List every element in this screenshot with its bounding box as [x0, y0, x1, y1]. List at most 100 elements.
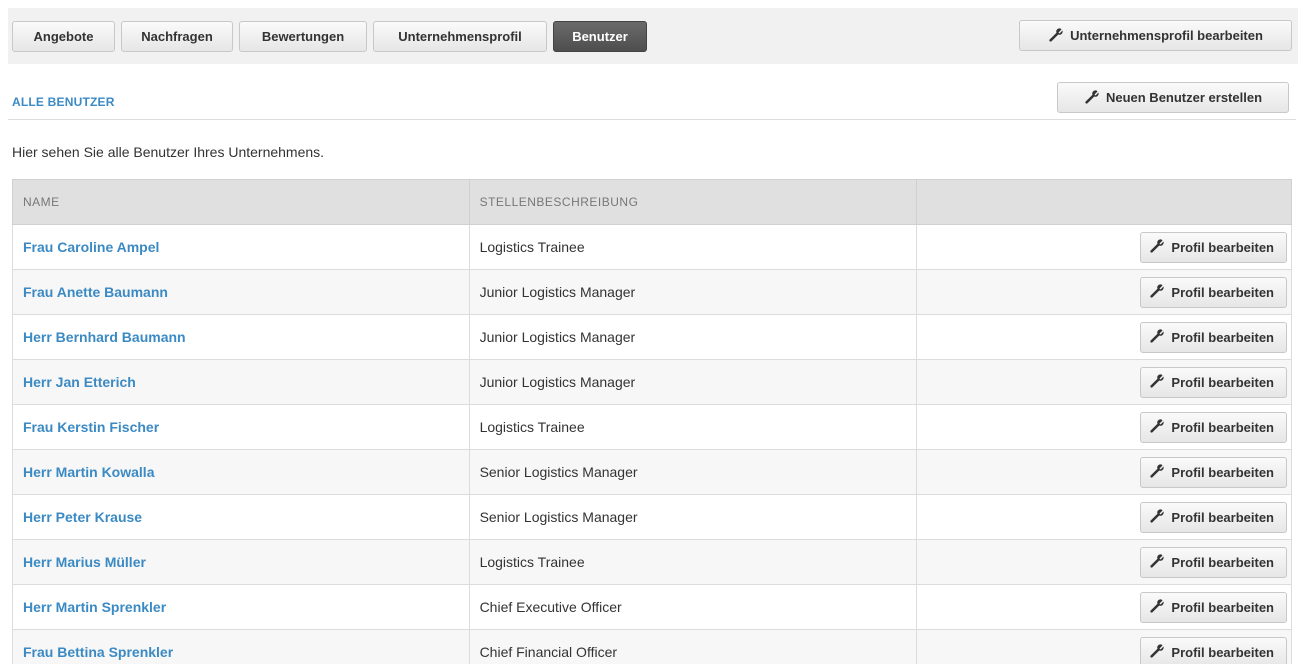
- action-cell: Profil bearbeiten: [916, 629, 1292, 664]
- tab-benutzer[interactable]: Benutzer: [553, 21, 647, 52]
- table-row: Frau Caroline Ampel Logistics Trainee Prof…: [12, 224, 1292, 270]
- edit-profile-label: Profil bearbeiten: [1171, 374, 1274, 390]
- job-title-cell: Logistics Trainee: [468, 224, 918, 270]
- job-title-cell: Junior Logistics Manager: [468, 359, 918, 405]
- user-name-cell: Frau Kerstin Fischer: [12, 404, 470, 450]
- edit-profile-button[interactable]: Profil bearbeiten: [1140, 636, 1287, 664]
- wrench-icon: [1149, 509, 1165, 525]
- user-name-cell: Herr Peter Krause: [12, 494, 470, 540]
- user-name-cell: Herr Martin Kowalla: [12, 449, 470, 495]
- wrench-icon: [1149, 329, 1165, 345]
- edit-profile-button[interactable]: Profil bearbeiten: [1140, 411, 1287, 443]
- edit-profile-button[interactable]: Profil bearbeiten: [1140, 366, 1287, 398]
- wrench-icon: [1149, 644, 1165, 660]
- job-title-cell: Chief Financial Officer: [468, 629, 918, 664]
- edit-company-profile-label: Unternehmensprofil bearbeiten: [1070, 28, 1263, 43]
- action-cell: Profil bearbeiten: [916, 314, 1292, 360]
- action-cell: Profil bearbeiten: [916, 494, 1292, 540]
- job-title-cell: Junior Logistics Manager: [468, 314, 918, 360]
- wrench-icon: [1149, 419, 1165, 435]
- edit-profile-label: Profil bearbeiten: [1171, 509, 1274, 525]
- table-row: Frau Kerstin Fischer Logistics Trainee Pro…: [12, 404, 1292, 450]
- edit-profile-label: Profil bearbeiten: [1171, 554, 1274, 570]
- action-cell: Profil bearbeiten: [916, 449, 1292, 495]
- wrench-icon: [1149, 554, 1165, 570]
- tab-angebote[interactable]: Angebote: [12, 21, 115, 52]
- edit-profile-button[interactable]: Profil bearbeiten: [1140, 501, 1287, 533]
- section-divider: [8, 119, 1296, 120]
- edit-profile-button[interactable]: Profil bearbeiten: [1140, 276, 1287, 308]
- intro-text: Hier sehen Sie alle Benutzer Ihres Unter…: [12, 144, 325, 160]
- table-row: Frau Anette Baumann Junior Logistics Mana…: [12, 269, 1292, 315]
- user-name-link[interactable]: Herr Jan Etterich: [23, 374, 136, 390]
- user-name-link[interactable]: Herr Martin Sprenkler: [23, 599, 166, 615]
- table-row: Herr Martin Kowalla Senior Logistics Mana…: [12, 449, 1292, 495]
- table-row: Herr Peter Krause Senior Logistics Manage…: [12, 494, 1292, 540]
- user-name-link[interactable]: Frau Anette Baumann: [23, 284, 168, 300]
- user-name-link[interactable]: Herr Marius Müller: [23, 554, 146, 570]
- column-header-job: STELLENBESCHREIBUNG: [468, 179, 918, 225]
- user-name-cell: Herr Bernhard Baumann: [12, 314, 470, 360]
- user-name-cell: Herr Jan Etterich: [12, 359, 470, 405]
- job-title-cell: Junior Logistics Manager: [468, 269, 918, 315]
- tab-nachfragen[interactable]: Nachfragen: [121, 21, 233, 52]
- user-name-link[interactable]: Herr Peter Krause: [23, 509, 142, 525]
- job-title-cell: Logistics Trainee: [468, 404, 918, 450]
- tab-unternehmensprofil[interactable]: Unternehmensprofil: [373, 21, 547, 52]
- action-cell: Profil bearbeiten: [916, 359, 1292, 405]
- job-title-cell: Senior Logistics Manager: [468, 494, 918, 540]
- action-cell: Profil bearbeiten: [916, 539, 1292, 585]
- wrench-icon: [1048, 27, 1064, 44]
- user-name-link[interactable]: Herr Bernhard Baumann: [23, 329, 186, 345]
- wrench-icon: [1149, 239, 1165, 255]
- edit-profile-button[interactable]: Profil bearbeiten: [1140, 321, 1287, 353]
- table-header-row: NAME STELLENBESCHREIBUNG: [12, 179, 1292, 225]
- column-header-actions: [916, 179, 1292, 225]
- column-header-name: NAME: [12, 179, 470, 225]
- user-name-cell: Frau Anette Baumann: [12, 269, 470, 315]
- table-row: Herr Bernhard Baumann Junior Logistics Ma…: [12, 314, 1292, 360]
- user-name-cell: Frau Bettina Sprenkler: [12, 629, 470, 664]
- wrench-icon: [1149, 464, 1165, 480]
- table-row: Herr Martin Sprenkler Chief Executive Off…: [12, 584, 1292, 630]
- action-cell: Profil bearbeiten: [916, 269, 1292, 315]
- edit-company-profile-button[interactable]: Unternehmensprofil bearbeiten: [1019, 20, 1292, 51]
- wrench-icon: [1149, 284, 1165, 300]
- wrench-icon: [1149, 374, 1165, 390]
- action-cell: Profil bearbeiten: [916, 404, 1292, 450]
- user-name-cell: Frau Caroline Ampel: [12, 224, 470, 270]
- edit-profile-label: Profil bearbeiten: [1171, 239, 1274, 255]
- edit-profile-label: Profil bearbeiten: [1171, 329, 1274, 345]
- edit-profile-button[interactable]: Profil bearbeiten: [1140, 231, 1287, 263]
- wrench-icon: [1084, 89, 1100, 106]
- edit-profile-button[interactable]: Profil bearbeiten: [1140, 456, 1287, 488]
- edit-profile-button[interactable]: Profil bearbeiten: [1140, 546, 1287, 578]
- edit-profile-label: Profil bearbeiten: [1171, 419, 1274, 435]
- job-title-cell: Logistics Trainee: [468, 539, 918, 585]
- user-name-cell: Herr Martin Sprenkler: [12, 584, 470, 630]
- user-name-link[interactable]: Herr Martin Kowalla: [23, 464, 154, 480]
- edit-profile-button[interactable]: Profil bearbeiten: [1140, 591, 1287, 623]
- edit-profile-label: Profil bearbeiten: [1171, 464, 1274, 480]
- edit-profile-label: Profil bearbeiten: [1171, 644, 1274, 660]
- table-row: Herr Jan Etterich Junior Logistics Manage…: [12, 359, 1292, 405]
- tab-bewertungen[interactable]: Bewertungen: [239, 21, 367, 52]
- job-title-cell: Senior Logistics Manager: [468, 449, 918, 495]
- edit-profile-label: Profil bearbeiten: [1171, 284, 1274, 300]
- action-cell: Profil bearbeiten: [916, 224, 1292, 270]
- section-title: ALLE BENUTZER: [12, 95, 115, 109]
- job-title-cell: Chief Executive Officer: [468, 584, 918, 630]
- user-name-link[interactable]: Frau Caroline Ampel: [23, 239, 159, 255]
- user-name-cell: Herr Marius Müller: [12, 539, 470, 585]
- top-navigation-bar: Angebote Nachfragen Bewertungen Unterneh…: [8, 8, 1298, 64]
- users-table: NAME STELLENBESCHREIBUNG Frau Caroline A…: [12, 179, 1292, 664]
- edit-profile-label: Profil bearbeiten: [1171, 599, 1274, 615]
- new-user-button[interactable]: Neuen Benutzer erstellen: [1057, 82, 1289, 113]
- new-user-label: Neuen Benutzer erstellen: [1105, 90, 1263, 105]
- user-name-link[interactable]: Frau Kerstin Fischer: [23, 419, 159, 435]
- user-name-link[interactable]: Frau Bettina Sprenkler: [23, 644, 173, 660]
- table-row: Frau Bettina Sprenkler Chief Financial Of…: [12, 629, 1292, 664]
- action-cell: Profil bearbeiten: [916, 584, 1292, 630]
- table-row: Herr Marius Müller Logistics Trainee Profi…: [12, 539, 1292, 585]
- wrench-icon: [1149, 599, 1165, 615]
